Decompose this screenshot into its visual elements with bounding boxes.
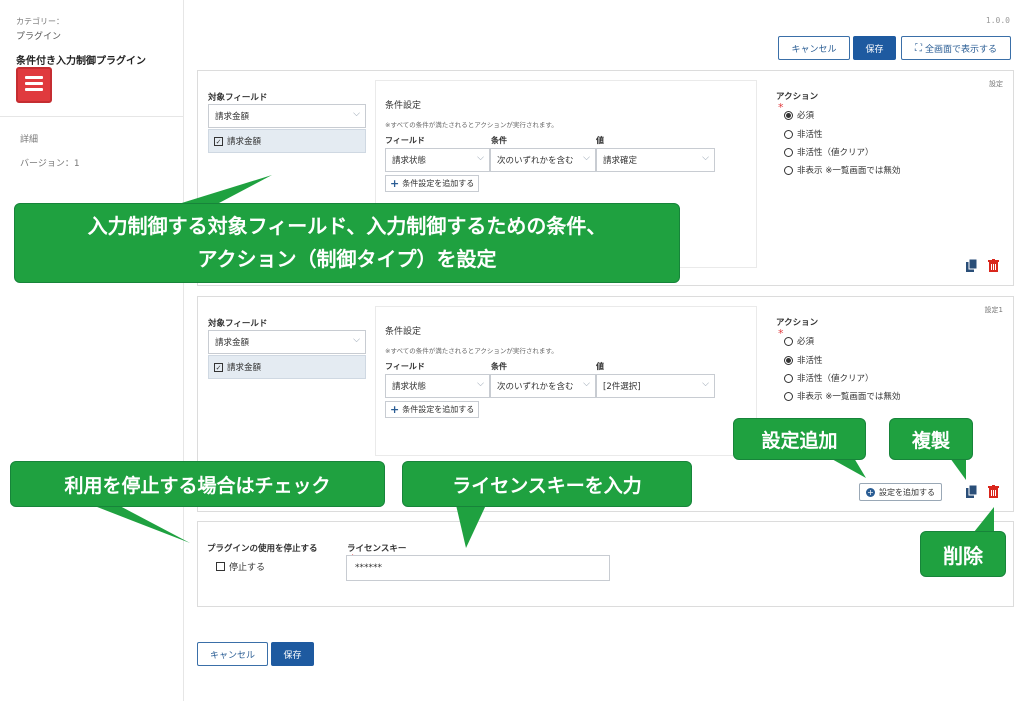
callout-pointers [92,175,994,548]
callout-main-line1: 入力制御する対象フィールド、入力制御するための条件、 [87,214,607,238]
callout-stop: 利用を停止する場合はチェック [10,461,385,507]
pointer-stop [92,505,190,543]
callout-license: ライセンスキーを入力 [402,461,692,507]
pointer-add [830,458,866,478]
callout-delete: 削除 [920,531,1006,577]
callout-main-line2: アクション（制御タイプ）を設定 [197,247,497,271]
callout-duplicate: 複製 [889,418,973,460]
pointer-delete [974,507,994,532]
pointer-duplicate [950,458,966,480]
callout-main: 入力制御する対象フィールド、入力制御するための条件、 アクション（制御タイプ）を… [14,203,680,283]
callout-add-setting: 設定追加 [733,418,866,460]
pointer-license [456,505,486,548]
